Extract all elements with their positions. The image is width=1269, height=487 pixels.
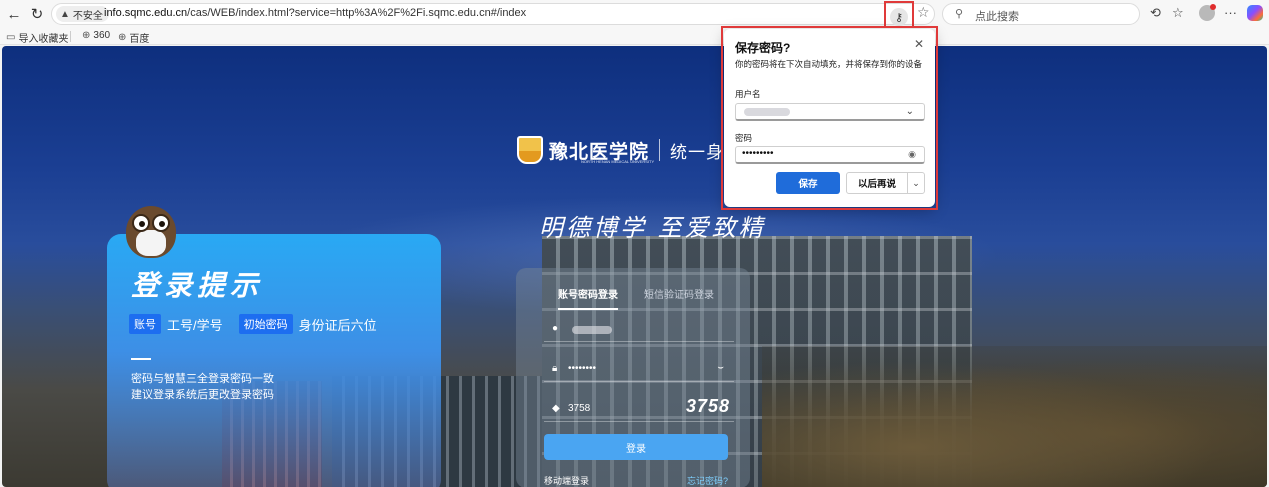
shield-check-icon: ◆ xyxy=(552,403,560,414)
login-tabs: 账号密码登录 短信验证码登录 xyxy=(558,286,714,310)
initial-password-value: 身份证后六位 xyxy=(298,317,377,333)
popup-highlight-outline xyxy=(721,26,938,210)
logo-en: NORTH HENAN MEDICAL UNIVERSITY xyxy=(581,158,655,164)
search-placeholder: 点此搜索 xyxy=(975,11,1019,23)
bookmark-360[interactable]: ⊕ 360 xyxy=(82,30,110,41)
more-menu-icon[interactable]: ··· xyxy=(1224,5,1237,20)
bookmark-label: 导入收藏夹 xyxy=(18,34,69,45)
login-footer: 移动端登录 忘记密码? xyxy=(544,474,728,487)
username-field[interactable]: ● xyxy=(544,320,734,342)
url-host: info.sqmc.edu.cn xyxy=(104,7,188,19)
login-button[interactable]: 登录 xyxy=(544,434,728,460)
divider xyxy=(70,31,71,42)
bookmark-baidu[interactable]: ⊕ 百度 xyxy=(118,30,149,45)
university-emblem-icon xyxy=(517,136,543,164)
login-panel: 账号密码登录 短信验证码登录 ● 🔒︎ •••••••• ⌣ ◆ 3758 37… xyxy=(516,268,750,487)
user-icon: ● xyxy=(552,323,559,334)
search-input[interactable]: ⚲ 点此搜索 xyxy=(942,3,1140,25)
password-field[interactable]: 🔒︎ •••••••• ⌣ xyxy=(544,360,734,382)
logo-text-block: 豫北医学院 NORTH HENAN MEDICAL UNIVERSITY xyxy=(549,137,654,164)
captcha-input-value: 3758 xyxy=(568,403,591,414)
favorite-star-icon[interactable]: ☆ xyxy=(917,4,930,21)
logo-divider xyxy=(659,139,661,161)
login-page: 豫北医学院 NORTH HENAN MEDICAL UNIVERSITY 统一身… xyxy=(2,46,1267,487)
globe-icon: ⊕ xyxy=(118,32,127,43)
globe-icon: ⊕ xyxy=(82,30,91,41)
tab-password-login[interactable]: 账号密码登录 xyxy=(558,286,618,310)
tips-note-1: 密码与智慧三全登录密码一致 xyxy=(131,373,274,385)
search-icon: ⚲ xyxy=(955,8,964,20)
tips-account-row: 账号 工号/学号 初始密码 身份证后六位 xyxy=(129,314,377,334)
bookmark-label: 360 xyxy=(93,30,111,41)
url-path: /cas/WEB/index.html?service=http%3A%2F%2… xyxy=(187,7,527,19)
profile-avatar[interactable] xyxy=(1199,4,1216,21)
tab-sms-login[interactable]: 短信验证码登录 xyxy=(644,286,714,310)
lock-icon: 🔒︎ xyxy=(552,363,558,374)
background-trees xyxy=(762,346,1267,487)
divider xyxy=(131,358,151,360)
password-value: •••••••• xyxy=(568,363,597,374)
url-text[interactable]: info.sqmc.edu.cn/cas/WEB/index.html?serv… xyxy=(104,7,526,19)
login-tips-card: 登录提示 账号 工号/学号 初始密码 身份证后六位 密码与智慧三全登录密码一致 … xyxy=(107,234,441,487)
insecure-label: 不安全 xyxy=(72,10,103,22)
eye-off-icon[interactable]: ⌣ xyxy=(717,362,724,373)
initial-password-tag: 初始密码 xyxy=(238,314,293,334)
motto-calligraphy: 明德博学 至爱致精 xyxy=(539,214,766,242)
account-tag: 账号 xyxy=(129,314,161,334)
warning-icon: ▲ xyxy=(60,8,70,20)
back-arrow-icon[interactable]: ← xyxy=(4,4,24,24)
address-bar[interactable]: ▲ 不安全 info.sqmc.edu.cn/cas/WEB/index.htm… xyxy=(51,3,935,25)
copilot-icon[interactable] xyxy=(1247,5,1263,21)
username-value-blurred xyxy=(572,326,612,334)
captcha-field[interactable]: ◆ 3758 3758 xyxy=(544,396,734,422)
insecure-badge[interactable]: ▲ 不安全 xyxy=(56,6,109,22)
forgot-password-link[interactable]: 忘记密码? xyxy=(687,474,728,487)
tips-title: 登录提示 xyxy=(131,270,264,301)
owl-belly xyxy=(136,230,166,256)
bookmark-import[interactable]: ▭ 导入收藏夹 xyxy=(6,30,68,45)
key-icon[interactable]: ⚷ xyxy=(890,8,908,26)
owl-eye xyxy=(152,214,170,232)
account-value: 工号/学号 xyxy=(167,317,223,333)
favorites-icon[interactable]: ☆ xyxy=(1172,5,1184,21)
tips-note-2: 建议登录系统后更改登录密码 xyxy=(131,389,274,401)
bookmarks-bar: ▭ 导入收藏夹 ⊕ 360 ⊕ 百度 xyxy=(0,28,1269,45)
refresh-icon[interactable]: ↻ xyxy=(27,4,47,24)
extensions-icon[interactable]: ⟲ xyxy=(1150,5,1161,21)
captcha-image[interactable]: 3758 xyxy=(686,396,730,417)
owl-eye xyxy=(132,214,150,232)
bookmark-label: 百度 xyxy=(129,34,150,45)
import-icon: ▭ xyxy=(6,32,16,43)
owl-mascot-icon xyxy=(120,200,182,262)
mobile-login-link[interactable]: 移动端登录 xyxy=(544,474,589,487)
browser-toolbar: ← ↻ ▲ 不安全 info.sqmc.edu.cn/cas/WEB/index… xyxy=(0,0,1269,33)
notification-dot xyxy=(1210,4,1216,10)
